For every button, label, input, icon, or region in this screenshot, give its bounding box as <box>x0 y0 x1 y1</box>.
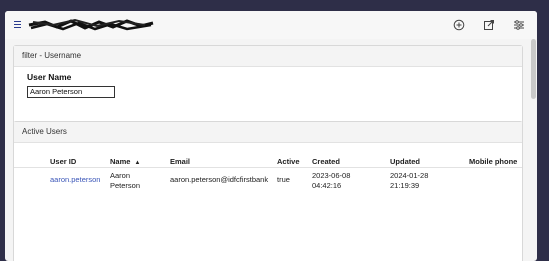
active-users-title: Active Users <box>14 122 522 143</box>
created-cell: 2023-06-08 04:42:16 <box>312 171 350 191</box>
plus-circle-icon[interactable] <box>453 19 465 31</box>
column-header-updated[interactable]: Updated <box>390 157 420 166</box>
active-users-card: Active Users User ID Name ▲ Email Active… <box>13 121 523 261</box>
column-header-name-label: Name <box>110 157 131 166</box>
updated-time: 21:19:39 <box>390 181 420 190</box>
name-cell: Aaron Peterson <box>110 171 140 191</box>
user-name-input[interactable]: Aaron Peterson <box>27 86 115 98</box>
created-time: 04:42:16 <box>312 181 342 190</box>
top-bar <box>5 11 537 39</box>
active-cell: true <box>277 175 290 184</box>
column-header-mobile-phone[interactable]: Mobile phone <box>469 157 517 166</box>
user-id-link[interactable]: aaron.peterson <box>50 175 100 185</box>
redacted-title-scribble <box>28 18 154 31</box>
updated-cell: 2024-01-28 21:19:39 <box>390 171 428 191</box>
column-header-created[interactable]: Created <box>312 157 340 166</box>
name-first: Aaron <box>110 171 131 180</box>
column-header-user-id[interactable]: User ID <box>50 157 76 166</box>
created-date: 2023-06-08 <box>312 171 351 180</box>
column-header-name[interactable]: Name ▲ <box>110 157 140 166</box>
filter-card: filter - Username User Name Aaron Peters… <box>13 45 523 125</box>
updated-date: 2024-01-28 <box>390 171 429 180</box>
app-window: filter - Username User Name Aaron Peters… <box>5 11 537 261</box>
hamburger-icon[interactable] <box>14 21 21 28</box>
export-icon[interactable] <box>483 19 495 31</box>
sliders-icon[interactable] <box>513 19 525 31</box>
column-header-email[interactable]: Email <box>170 157 190 166</box>
header-divider <box>14 167 522 168</box>
user-name-label: User Name <box>27 72 72 82</box>
sort-ascending-icon: ▲ <box>134 160 141 166</box>
email-cell: aaron.peterson@idfcfirstbank <box>170 175 269 184</box>
name-last: Peterson <box>110 181 141 190</box>
filter-card-title: filter - Username <box>14 46 522 67</box>
vertical-scrollbar[interactable] <box>531 39 536 99</box>
column-header-active[interactable]: Active <box>277 157 300 166</box>
